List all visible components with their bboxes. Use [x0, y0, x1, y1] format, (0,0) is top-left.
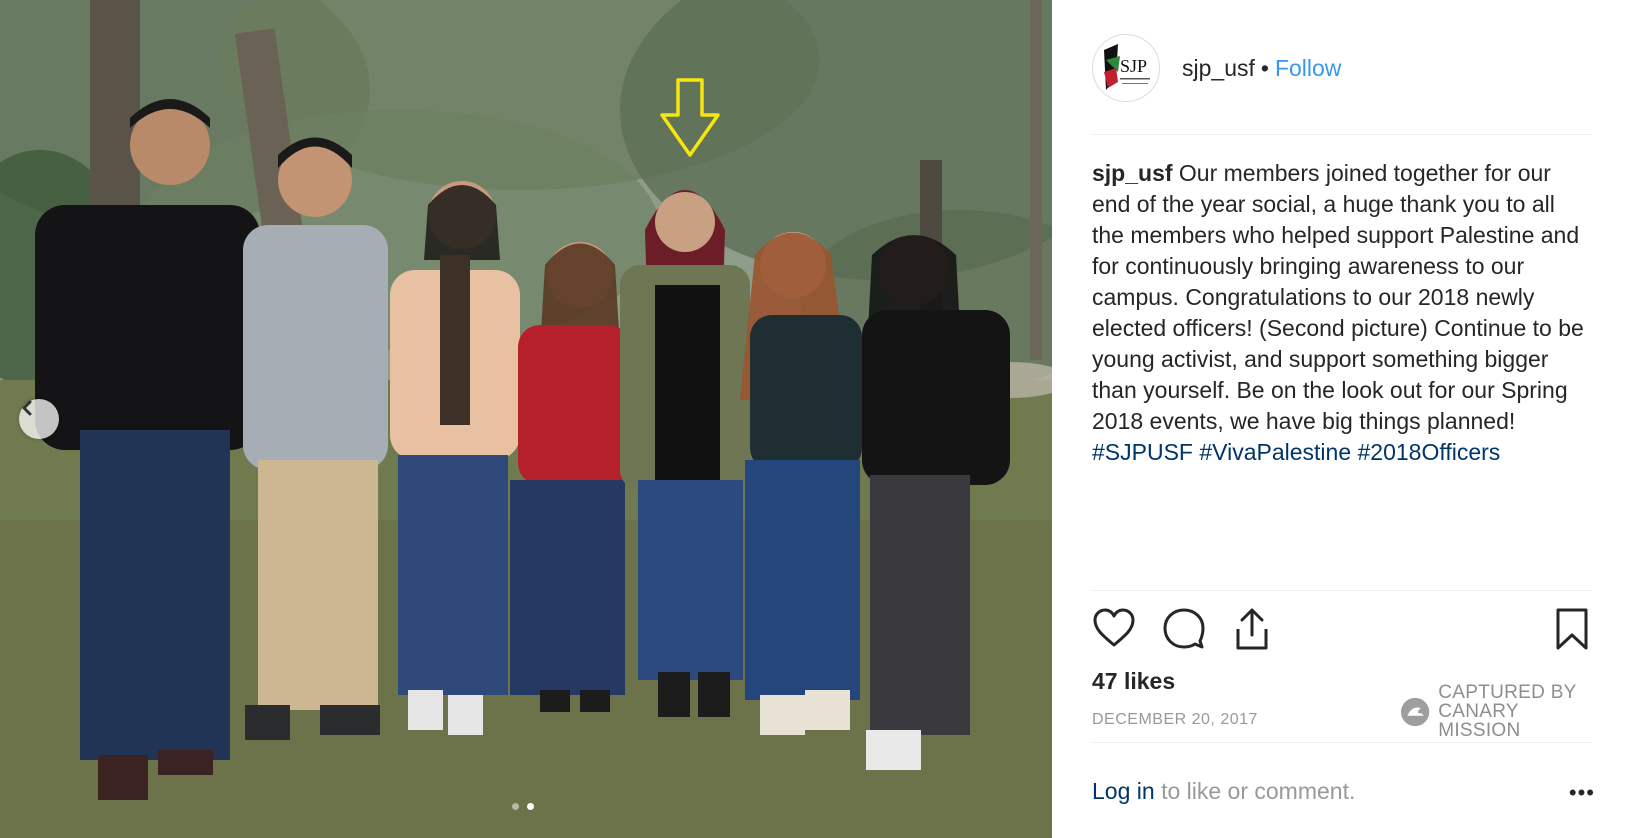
previous-slide-button[interactable] [19, 399, 59, 439]
canary-bird-icon [1400, 697, 1430, 726]
carousel-dot-active [527, 803, 534, 810]
header-divider [1092, 134, 1592, 135]
post-photo [0, 0, 1052, 838]
carousel-indicator [512, 803, 534, 810]
follow-button[interactable]: Follow [1275, 55, 1341, 82]
group-photo-illustration [0, 0, 1052, 838]
caption-text: Our members joined together for our end … [1092, 160, 1584, 434]
hashtag-link[interactable]: #SJPUSF [1092, 439, 1193, 465]
post-date: DECEMBER 20, 2017 [1092, 711, 1258, 728]
watermark-line-2: CANARY MISSION [1438, 701, 1521, 741]
post-caption: sjp_usf Our members joined together for … [1092, 158, 1592, 468]
caption-divider [1092, 590, 1592, 591]
header-separator: • [1260, 54, 1269, 81]
share-button[interactable] [1230, 607, 1274, 656]
save-button[interactable] [1554, 607, 1590, 656]
share-icon [1236, 608, 1268, 650]
post-username[interactable]: sjp_usf [1182, 55, 1255, 82]
heart-icon [1093, 608, 1135, 647]
person-2 [243, 137, 388, 740]
hashtag-link[interactable]: #2018Officers [1358, 439, 1501, 465]
watermark-text: CAPTURED BY CANARY MISSION [1438, 683, 1597, 740]
footer-divider [1092, 742, 1592, 743]
caption-username[interactable]: sjp_usf [1092, 160, 1173, 186]
bookmark-icon [1556, 608, 1588, 650]
svg-text:SJP: SJP [1120, 56, 1147, 76]
avatar[interactable]: SJP [1092, 34, 1160, 102]
more-options-button[interactable]: ••• [1569, 780, 1595, 806]
post-actions [1092, 607, 1592, 653]
hashtag-link[interactable]: #VivaPalestine [1199, 439, 1351, 465]
carousel-dot [512, 803, 519, 810]
login-link[interactable]: Log in [1092, 778, 1155, 804]
person-5 [620, 190, 750, 717]
watermark-line-1: CAPTURED BY [1438, 682, 1577, 703]
chevron-left-icon [22, 400, 32, 416]
comment-icon [1163, 608, 1205, 649]
like-button[interactable] [1092, 607, 1136, 654]
login-prompt-text: to like or comment. [1161, 778, 1356, 804]
login-prompt: Log in to like or comment. [1092, 778, 1592, 805]
comment-button[interactable] [1162, 607, 1206, 654]
sjp-logo-icon: SJP [1104, 44, 1150, 90]
post-side-panel: SJP sjp_usf • Follow sjp_usf Our members… [1092, 0, 1597, 838]
canary-mission-watermark: CAPTURED BY CANARY MISSION [1400, 683, 1597, 740]
post-header: SJP sjp_usf • Follow [1092, 34, 1341, 102]
likes-count[interactable]: 47 likes [1092, 668, 1175, 695]
